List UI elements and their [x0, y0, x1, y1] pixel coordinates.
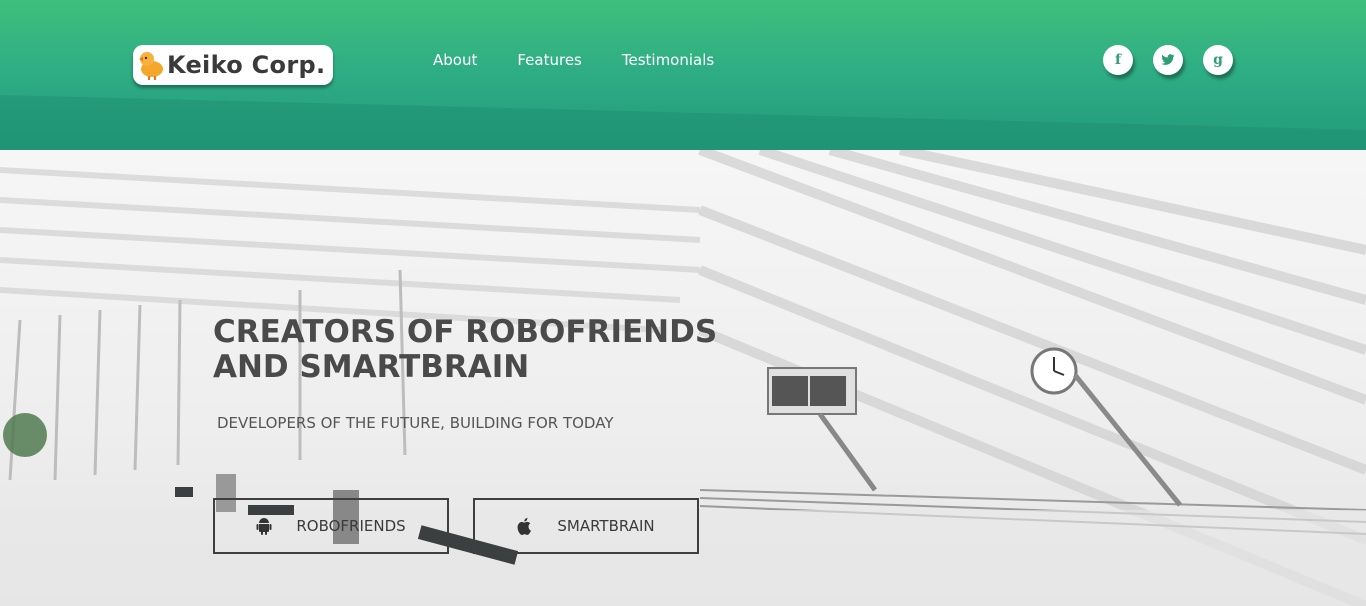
- robofriends-button-label: ROBOFRIENDS: [296, 517, 406, 535]
- hero-title: CREATORS OF ROBOFRIENDS AND SMARTBRAIN: [213, 314, 718, 385]
- nav-testimonials[interactable]: Testimonials: [622, 51, 714, 69]
- logo-text: Keiko Corp.: [167, 51, 326, 79]
- duck-icon: [139, 52, 163, 80]
- google-link[interactable]: g: [1203, 45, 1233, 75]
- hero-subtitle: DEVELOPERS OF THE FUTURE, BUILDING FOR T…: [217, 414, 614, 432]
- facebook-icon: f: [1114, 52, 1122, 68]
- smartbrain-button[interactable]: SMARTBRAIN: [473, 498, 699, 554]
- hero-section: CREATORS OF ROBOFRIENDS AND SMARTBRAIN D…: [0, 150, 1366, 606]
- android-icon: [256, 518, 272, 535]
- google-icon: g: [1213, 52, 1223, 68]
- main-nav: About Features Testimonials: [433, 51, 714, 69]
- smartbrain-button-label: SMARTBRAIN: [557, 517, 655, 535]
- logo[interactable]: Keiko Corp.: [133, 45, 333, 85]
- social-links: f g: [1103, 45, 1233, 75]
- facebook-link[interactable]: f: [1103, 45, 1133, 75]
- apple-icon: [517, 517, 532, 535]
- twitter-link[interactable]: [1153, 45, 1183, 75]
- site-header: Keiko Corp. About Features Testimonials …: [0, 0, 1366, 150]
- robofriends-button[interactable]: ROBOFRIENDS: [213, 498, 449, 554]
- nav-about[interactable]: About: [433, 51, 477, 69]
- nav-features[interactable]: Features: [517, 51, 582, 69]
- twitter-icon: [1161, 54, 1175, 65]
